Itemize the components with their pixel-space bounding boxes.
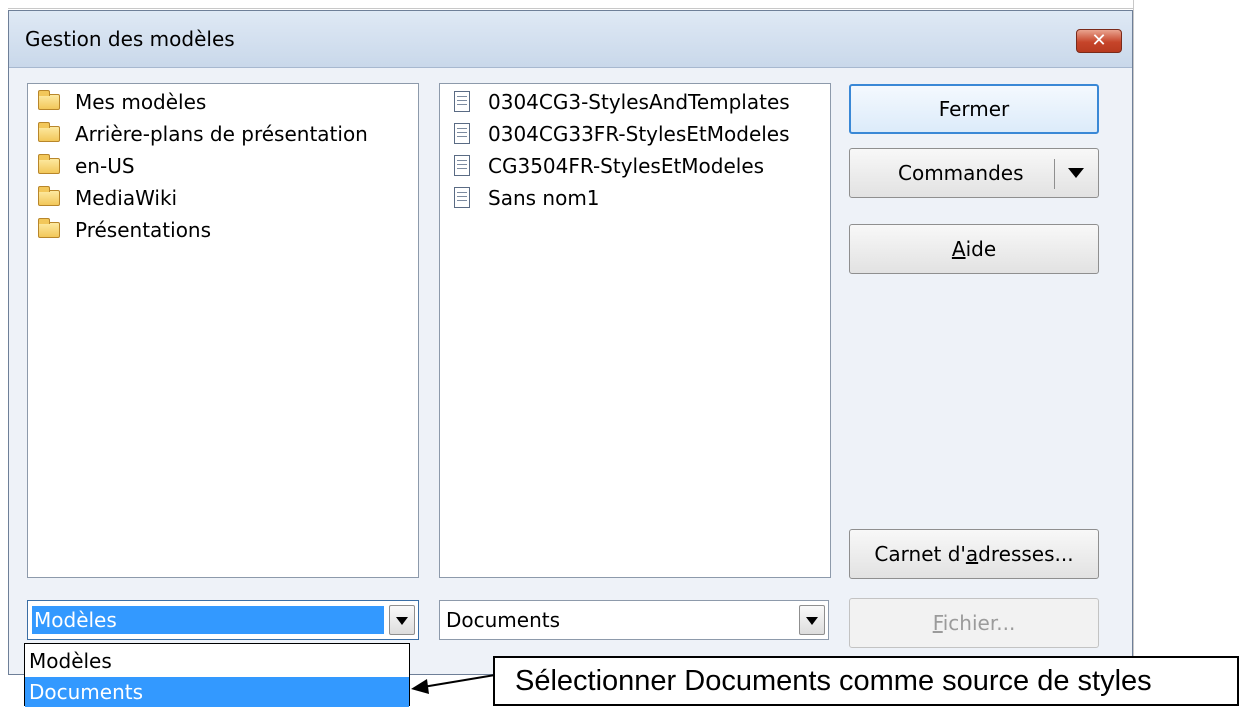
callout-text: Sélectionner Documents comme source de s… xyxy=(515,665,1152,697)
address-book-label-pre: Carnet d' xyxy=(874,542,966,566)
document-icon xyxy=(454,91,470,112)
left-source-select[interactable]: Modèles xyxy=(27,600,419,640)
document-icon xyxy=(454,123,470,144)
dropdown-option-label: Documents xyxy=(29,680,144,704)
close-icon: ✕ xyxy=(1091,30,1107,51)
chevron-down-icon xyxy=(1068,168,1084,178)
dropdown-option-label: Modèles xyxy=(29,649,112,673)
template-manager-dialog: Gestion des modèles ✕ Mes modèles Arrièr… xyxy=(8,10,1133,675)
list-item[interactable]: 0304CG3-StylesAndTemplates xyxy=(450,87,790,117)
folder-icon xyxy=(38,89,60,110)
list-item-label: Mes modèles xyxy=(75,90,207,114)
folder-icon xyxy=(38,153,60,174)
file-button-label: ichier... xyxy=(942,611,1016,635)
title-bar: Gestion des modèles ✕ xyxy=(9,11,1132,68)
list-item[interactable]: en-US xyxy=(38,151,135,181)
close-dialog-button[interactable]: Fermer xyxy=(849,84,1099,134)
file-mnemonic: F xyxy=(932,611,943,635)
commands-button-label: Commandes xyxy=(898,161,1024,185)
list-item-label: Sans nom1 xyxy=(488,186,600,210)
left-source-select-value: Modèles xyxy=(32,606,384,634)
chevron-down-icon[interactable] xyxy=(389,605,415,635)
list-item[interactable]: Présentations xyxy=(38,215,211,245)
documents-list[interactable]: 0304CG3-StylesAndTemplates 0304CG33FR-St… xyxy=(439,83,831,578)
background-edge-right xyxy=(1133,0,1134,706)
list-item-label: Arrière-plans de présentation xyxy=(75,122,368,146)
list-item-label: MediaWiki xyxy=(75,186,178,210)
right-source-select[interactable]: Documents xyxy=(439,600,829,640)
address-book-label-post: dresses... xyxy=(978,542,1074,566)
folder-icon xyxy=(38,217,60,238)
list-item[interactable]: 0304CG33FR-StylesEtModeles xyxy=(450,119,790,149)
address-book-mnemonic: a xyxy=(965,542,979,566)
document-icon xyxy=(454,187,470,208)
list-item[interactable]: CG3504FR-StylesEtModeles xyxy=(450,151,764,181)
close-dialog-button-label: Fermer xyxy=(938,97,1010,121)
folder-icon xyxy=(38,185,60,206)
list-item[interactable]: Arrière-plans de présentation xyxy=(38,119,368,149)
list-item[interactable]: MediaWiki xyxy=(38,183,177,213)
template-categories-list[interactable]: Mes modèles Arrière-plans de présentatio… xyxy=(27,83,419,578)
left-source-dropdown[interactable]: Modèles Documents xyxy=(24,643,410,707)
annotation-callout: Sélectionner Documents comme source de s… xyxy=(493,656,1239,706)
list-item-label: CG3504FR-StylesEtModeles xyxy=(488,154,765,178)
file-button: Fichier... xyxy=(849,598,1099,648)
list-item-label: 0304CG33FR-StylesEtModeles xyxy=(488,122,790,146)
address-book-button[interactable]: Carnet d'adresses... xyxy=(849,529,1099,579)
background-edge-top xyxy=(8,8,1133,9)
list-item-label: 0304CG3-StylesAndTemplates xyxy=(488,90,790,114)
help-button-label: ide xyxy=(965,237,997,261)
help-button[interactable]: Aide xyxy=(849,224,1099,274)
close-button[interactable]: ✕ xyxy=(1076,29,1122,53)
callout-arrow xyxy=(411,674,496,694)
dropdown-option[interactable]: Modèles xyxy=(25,646,409,676)
split-separator xyxy=(1054,159,1055,189)
commands-button[interactable]: Commandes xyxy=(849,148,1099,198)
list-item-label: Présentations xyxy=(75,218,212,242)
document-icon xyxy=(454,155,470,176)
list-item-label: en-US xyxy=(75,154,135,178)
folder-icon xyxy=(38,121,60,142)
list-item[interactable]: Sans nom1 xyxy=(450,183,600,213)
right-source-select-value: Documents xyxy=(446,608,561,632)
help-mnemonic: A xyxy=(951,237,966,261)
dropdown-option[interactable]: Documents xyxy=(25,677,409,707)
dialog-title: Gestion des modèles xyxy=(25,27,235,51)
chevron-down-icon[interactable] xyxy=(799,605,825,635)
list-item[interactable]: Mes modèles xyxy=(38,87,206,117)
